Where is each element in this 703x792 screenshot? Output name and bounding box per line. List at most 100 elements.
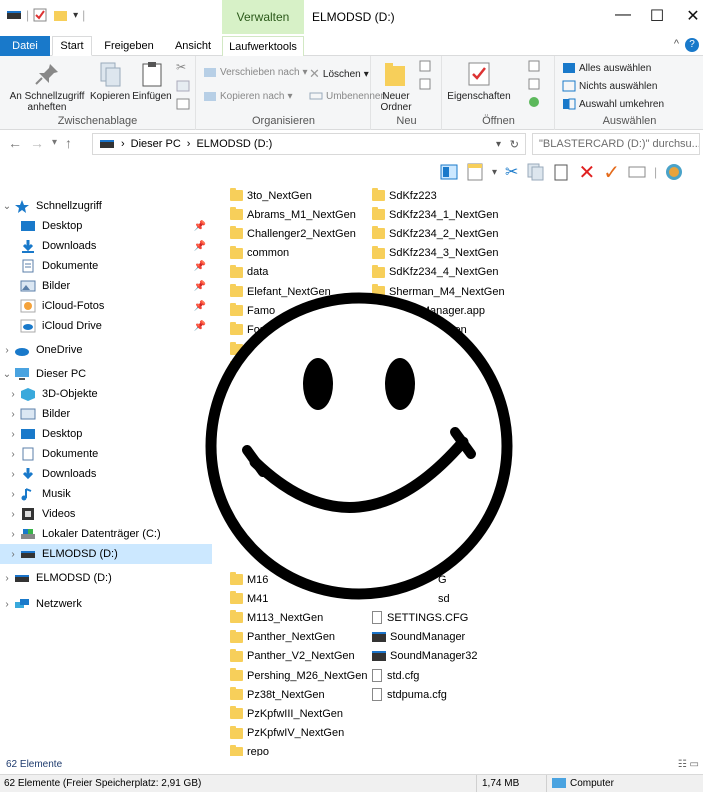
address-dropdown-icon[interactable]: ▾ — [496, 139, 501, 150]
tab-start[interactable]: Start — [52, 36, 92, 56]
paste-icon[interactable] — [552, 163, 570, 181]
folder-item[interactable]: PzKpfwIII_NextGen — [230, 704, 343, 723]
file-item[interactable]: SETTINGS.CFG — [372, 608, 468, 627]
minimize-button[interactable]: — — [608, 6, 638, 24]
address-bar[interactable]: › Dieser PC › ELMODSD (D:) ▾ ↻ — [92, 133, 526, 155]
nav-quick-downloads[interactable]: Downloads 📌 — [0, 236, 212, 256]
toolbar-dropdown-icon[interactable]: ▾ — [492, 167, 497, 178]
nav-pc-documents[interactable]: › Dokumente — [0, 444, 212, 464]
tab-share[interactable]: Freigeben — [100, 36, 158, 56]
expanded-chevron-icon[interactable]: ⌄ — [0, 201, 14, 212]
collapsed-chevron-icon[interactable]: › — [6, 509, 20, 520]
collapsed-chevron-icon[interactable]: › — [6, 409, 20, 420]
maximize-button[interactable]: ☐ — [642, 6, 672, 26]
paste-shortcut-icon[interactable] — [176, 98, 190, 110]
folder-item[interactable]: SdKfz234_2_NextGen — [372, 224, 498, 243]
invert-selection-button[interactable]: Auswahl umkehren — [562, 98, 664, 110]
folder-item[interactable]: Panther_NextGen — [230, 628, 335, 647]
folder-item[interactable]: Panther_V2_NextGen — [230, 647, 355, 666]
file-item[interactable]: SoundManager — [372, 628, 465, 647]
customize-toolbar-icon[interactable]: ▾ — [73, 10, 78, 21]
globe-icon[interactable] — [665, 163, 683, 181]
checkmark-icon[interactable]: ✓ — [603, 160, 620, 185]
breadcrumb-drive[interactable]: ELMODSD (D:) — [196, 138, 272, 150]
copy-path-icon[interactable] — [176, 80, 190, 92]
recent-dropdown-icon[interactable]: ▾ — [52, 135, 57, 151]
help-icon[interactable]: ? — [685, 38, 699, 52]
collapsed-chevron-icon[interactable]: › — [6, 469, 20, 480]
select-all-button[interactable]: Alles auswählen — [562, 62, 651, 74]
folder-item[interactable]: SdKfz234_4_NextGen — [372, 263, 498, 282]
collapsed-chevron-icon[interactable]: › — [6, 549, 20, 560]
collapsed-chevron-icon[interactable]: › — [0, 345, 14, 356]
collapsed-chevron-icon[interactable]: › — [6, 529, 20, 540]
up-arrow-icon[interactable]: ↑ — [65, 135, 72, 151]
nav-pc-desktop[interactable]: › Desktop — [0, 424, 212, 444]
manage-context-label[interactable]: Verwalten — [222, 0, 304, 34]
forward-arrow-icon[interactable]: → — [30, 135, 44, 151]
search-input[interactable]: "BLASTERCARD (D:)" durchsu... — [532, 133, 700, 155]
move-to-button[interactable]: Verschieben nach ▾ — [203, 66, 308, 78]
file-item[interactable]: stdpuma.cfg — [372, 685, 447, 704]
folder-item[interactable]: SdKfz234_1_NextGen — [372, 205, 498, 224]
nav-quick-icloud-photos[interactable]: iCloud-Fotos 📌 — [0, 296, 212, 316]
folder-item[interactable]: data — [230, 263, 268, 282]
nav-this-pc[interactable]: ⌄ Dieser PC — [0, 364, 212, 384]
select-none-button[interactable]: Nichts auswählen — [562, 80, 657, 92]
collapsed-chevron-icon[interactable]: › — [6, 389, 20, 400]
collapse-ribbon-button[interactable]: ^ — [674, 38, 679, 50]
new-folder-icon[interactable] — [53, 8, 69, 22]
nav-onedrive[interactable]: › OneDrive — [0, 340, 212, 360]
paste-button[interactable]: Einfügen — [130, 60, 174, 102]
breadcrumb-this-pc[interactable]: Dieser PC — [131, 138, 181, 150]
cut-icon[interactable]: ✂ — [505, 162, 518, 182]
collapsed-chevron-icon[interactable]: › — [6, 429, 20, 440]
folder-item[interactable]: M113_NextGen — [230, 608, 323, 627]
nav-quick-pictures[interactable]: Bilder 📌 — [0, 276, 212, 296]
close-button[interactable]: ✕ — [678, 6, 703, 26]
copy-to-button[interactable]: Kopieren nach ▾ — [203, 90, 293, 102]
view-toggle-icons[interactable]: ☷ ▭ — [678, 759, 699, 770]
nav-quick-access[interactable]: ⌄ Schnellzugriff — [0, 196, 212, 216]
folder-item[interactable]: Challenger2_NextGen — [230, 224, 356, 243]
view-pane-icon[interactable] — [440, 163, 458, 181]
history-icon[interactable] — [527, 96, 541, 108]
tab-file[interactable]: Datei — [0, 36, 50, 56]
refresh-icon[interactable]: ↻ — [510, 138, 519, 151]
file-item[interactable]: std.cfg — [372, 666, 419, 685]
new-folder-button[interactable]: Neuer Ordner — [376, 60, 416, 113]
collapsed-chevron-icon[interactable]: › — [6, 449, 20, 460]
copy-icon[interactable] — [526, 163, 544, 181]
edit-icon[interactable] — [527, 78, 541, 90]
folder-item[interactable]: SdKfz234_3_NextGen — [372, 244, 498, 263]
delete-button[interactable]: ✕ Löschen ▾ — [309, 66, 369, 82]
easy-access-icon[interactable] — [418, 78, 432, 90]
tab-view[interactable]: Ansicht — [168, 36, 218, 56]
folder-item[interactable]: SdKfz223 — [372, 186, 437, 205]
nav-pc-music[interactable]: › Musik — [0, 484, 212, 504]
nav-pc-elmodsd[interactable]: › ELMODSD (D:) — [0, 544, 212, 564]
nav-pc-pictures[interactable]: › Bilder — [0, 404, 212, 424]
open-icon[interactable] — [527, 60, 541, 72]
nav-drive-elmodsd[interactable]: › ELMODSD (D:) — [0, 568, 212, 588]
delete-icon[interactable]: ✕ — [578, 160, 595, 185]
back-arrow-icon[interactable]: ← — [8, 135, 22, 151]
folder-item[interactable]: Pershing_M26_NextGen — [230, 666, 367, 685]
expanded-chevron-icon[interactable]: ⌄ — [0, 369, 14, 380]
folder-item[interactable]: common — [230, 244, 289, 263]
pin-quick-access-button[interactable]: An Schnellzugriff anheften — [2, 60, 92, 113]
collapsed-chevron-icon[interactable]: › — [6, 489, 20, 500]
folder-item[interactable]: 3to_NextGen — [230, 186, 312, 205]
collapsed-chevron-icon[interactable]: › — [0, 573, 14, 584]
copy-button[interactable]: Kopieren — [90, 60, 130, 102]
nav-quick-icloud-drive[interactable]: iCloud Drive 📌 — [0, 316, 212, 336]
rename-icon[interactable] — [628, 163, 646, 181]
properties-button[interactable]: Eigenschaften — [447, 60, 511, 102]
nav-quick-desktop[interactable]: Desktop 📌 — [0, 216, 212, 236]
collapsed-chevron-icon[interactable]: › — [0, 599, 14, 610]
tab-drive-tools[interactable]: Laufwerktools — [222, 36, 304, 56]
nav-pc-3d-objects[interactable]: › 3D-Objekte — [0, 384, 212, 404]
cut-icon[interactable]: ✂ — [176, 60, 190, 74]
nav-network[interactable]: › Netzwerk — [0, 594, 212, 614]
nav-pc-local-disk[interactable]: › Lokaler Datenträger (C:) — [0, 524, 212, 544]
